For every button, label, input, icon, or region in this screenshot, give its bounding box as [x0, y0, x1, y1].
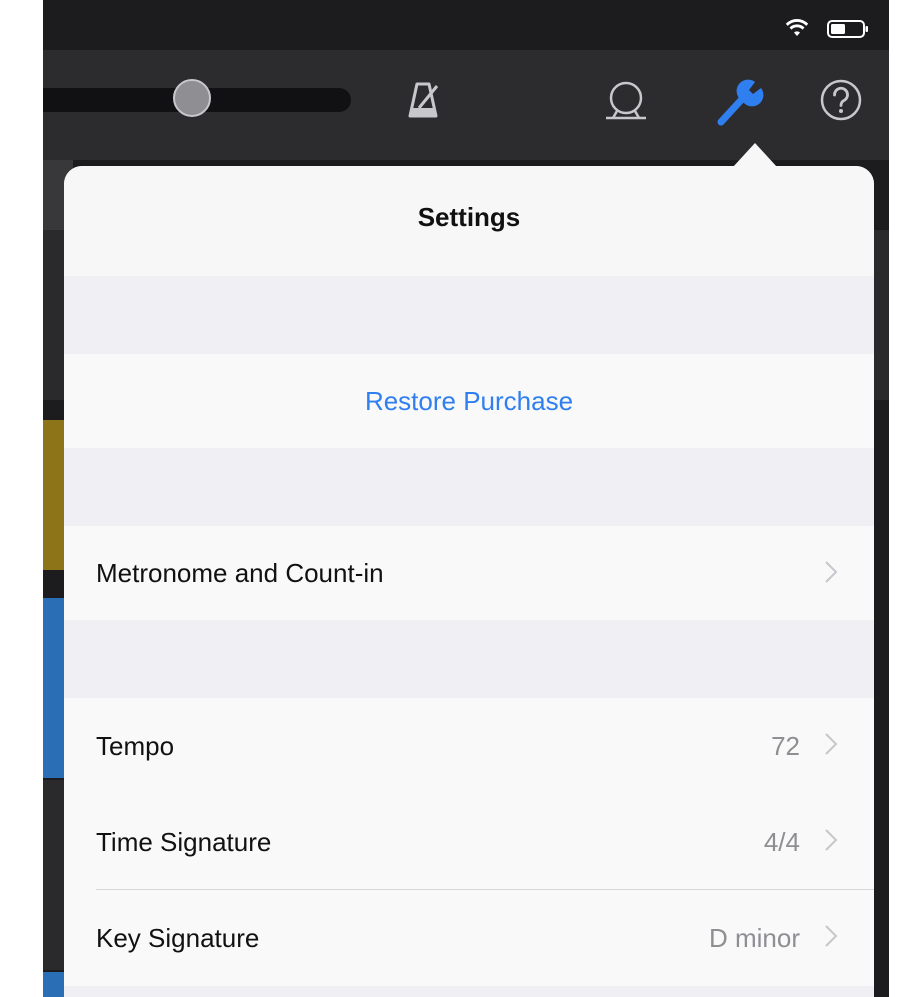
- page-title: Settings: [417, 201, 521, 232]
- loop-icon[interactable]: [603, 78, 649, 124]
- key-signature-row[interactable]: Key Signature D minor: [64, 890, 874, 986]
- tempo-label: Tempo: [96, 730, 175, 761]
- restore-purchase-button[interactable]: Restore Purchase: [64, 354, 874, 448]
- metronome-count-in-label: Metronome and Count-in: [96, 557, 384, 588]
- chevron-right-icon: [825, 733, 838, 755]
- popover-arrow: [733, 143, 777, 167]
- wrench-icon[interactable]: [713, 74, 767, 128]
- playhead-slider-knob[interactable]: [173, 79, 211, 117]
- section-gap: [64, 276, 874, 354]
- chevron-right-icon: [825, 925, 838, 947]
- tempo-value: 72: [771, 730, 800, 761]
- app-screen: Settings Restore Purchase Metronome and …: [43, 0, 889, 997]
- time-signature-label: Time Signature: [96, 826, 272, 857]
- restore-purchase-label: Restore Purchase: [364, 385, 574, 416]
- key-signature-label: Key Signature: [96, 922, 260, 953]
- battery-icon: [827, 20, 868, 38]
- help-icon[interactable]: [819, 78, 863, 122]
- chevron-right-icon: [825, 561, 838, 583]
- track-strip: [873, 230, 889, 400]
- chevron-right-icon: [825, 829, 838, 851]
- metronome-count-in-row[interactable]: Metronome and Count-in: [64, 526, 874, 620]
- popover-header: Settings: [64, 166, 874, 276]
- metronome-icon[interactable]: [403, 80, 443, 120]
- section-gap: [64, 620, 874, 698]
- wifi-icon: [785, 19, 809, 36]
- key-signature-value: D minor: [708, 922, 800, 953]
- section-gap: [64, 448, 874, 526]
- section-gap: [64, 986, 874, 997]
- time-signature-row[interactable]: Time Signature 4/4: [64, 794, 874, 890]
- settings-popover: Settings Restore Purchase Metronome and …: [64, 166, 874, 997]
- status-bar: [43, 0, 889, 50]
- tempo-row[interactable]: Tempo 72: [64, 698, 874, 794]
- time-signature-value: 4/4: [763, 826, 800, 857]
